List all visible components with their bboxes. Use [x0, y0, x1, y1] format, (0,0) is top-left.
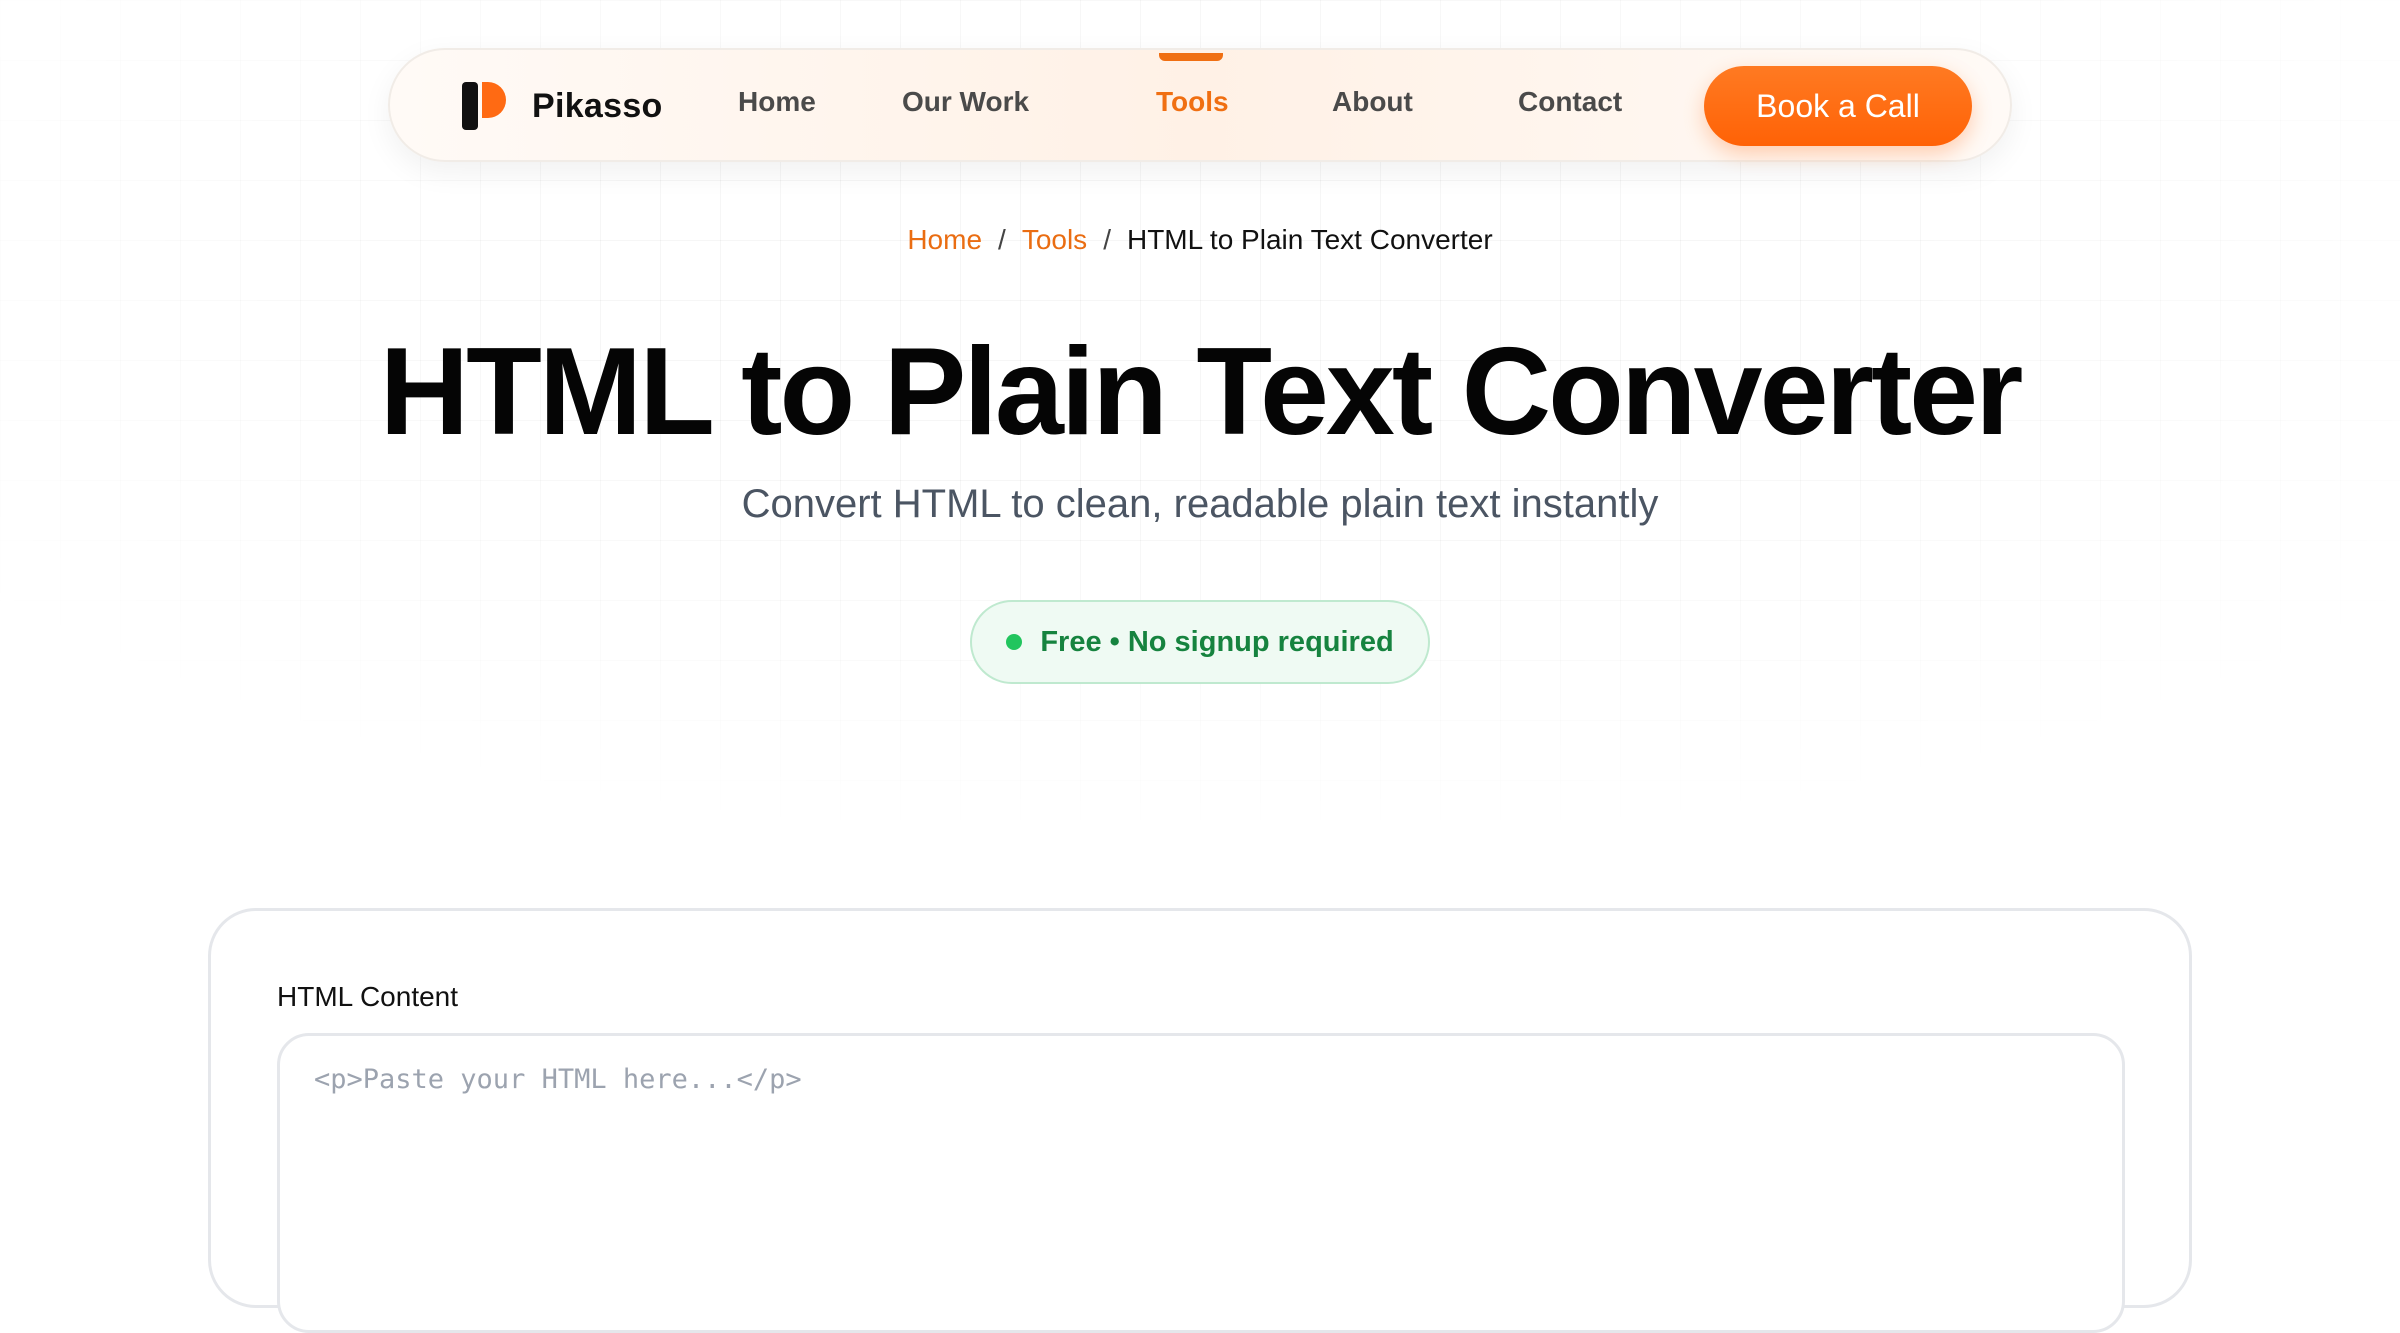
nav-link-tools[interactable]: Tools	[1156, 86, 1229, 118]
nav-link-our-work[interactable]: Our Work	[902, 86, 1029, 118]
top-navigation: Pikasso Home Our Work Tools About Contac…	[388, 48, 2012, 162]
breadcrumb-tools[interactable]: Tools	[1022, 224, 1087, 255]
pikasso-logo-icon	[462, 82, 508, 130]
nav-link-contact[interactable]: Contact	[1518, 86, 1622, 118]
breadcrumb-current: HTML to Plain Text Converter	[1126, 224, 1493, 255]
breadcrumb-separator: /	[998, 224, 1006, 255]
status-dot-icon	[1006, 634, 1023, 650]
brand-name: Pikasso	[532, 86, 663, 125]
breadcrumb-home[interactable]: Home	[907, 224, 982, 255]
active-tab-indicator	[1159, 53, 1223, 61]
badge-text: Free • No signup required	[1040, 625, 1394, 658]
converter-card: HTML Content	[208, 908, 2192, 1333]
brand-logo[interactable]: Pikasso	[462, 82, 663, 130]
nav-link-about[interactable]: About	[1332, 86, 1413, 118]
page-title: HTML to Plain Text Converter	[379, 323, 2024, 461]
html-input[interactable]	[277, 1033, 2125, 1333]
breadcrumb-separator: /	[1103, 224, 1111, 255]
book-a-call-button[interactable]: Book a Call	[1704, 66, 1972, 146]
free-badge: Free • No signup required	[970, 600, 1430, 684]
page-subtitle: Convert HTML to clean, readable plain te…	[741, 482, 1659, 526]
breadcrumb: Home / Tools / HTML to Plain Text Converter	[0, 224, 2400, 256]
nav-link-home[interactable]: Home	[738, 86, 816, 118]
html-content-label: HTML Content	[277, 981, 459, 1012]
